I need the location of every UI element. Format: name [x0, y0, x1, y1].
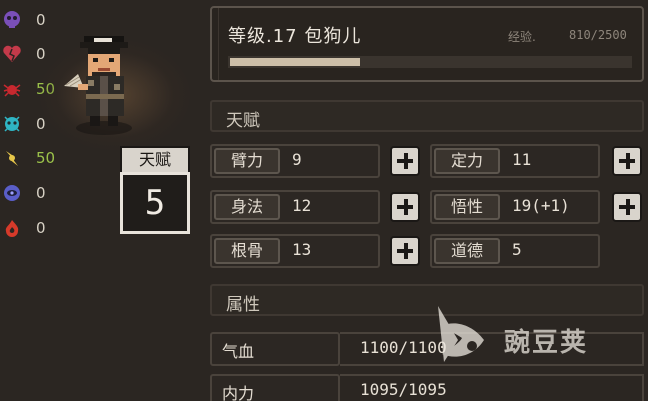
- talent-points-value: 5: [120, 172, 190, 234]
- resistance-value: 0: [36, 11, 46, 29]
- stat-insight: 悟性 19(+1): [430, 190, 600, 224]
- add-focus-button[interactable]: [612, 146, 642, 176]
- resistance-value: 0: [36, 115, 46, 133]
- add-insight-button[interactable]: [612, 192, 642, 222]
- resistance-item: 50: [0, 144, 66, 174]
- red-fire-icon: [5, 220, 19, 237]
- character-header: 等级.17 包狗儿 经验. 810/2500: [210, 6, 644, 82]
- stat-morality: 道德 5: [430, 234, 600, 268]
- stat-value: 19(+1): [512, 196, 570, 215]
- talent-section-title: 天赋: [226, 111, 260, 131]
- attr-label: 气血: [222, 342, 255, 361]
- exp-bar-fill: [230, 58, 360, 66]
- resistance-value: 0: [36, 219, 46, 237]
- stat-label: 身法: [214, 194, 280, 220]
- stat-focus: 定力 11: [430, 144, 600, 178]
- resistance-item: 0: [0, 214, 66, 244]
- add-constitution-button[interactable]: [390, 236, 420, 266]
- stat-label: 根骨: [214, 238, 280, 264]
- exp-bar: [228, 56, 632, 68]
- talent-badge-label: 天赋: [120, 146, 190, 174]
- resistance-value: 50: [36, 149, 56, 167]
- talent-section-header: 天赋: [210, 100, 644, 132]
- stat-value: 13: [292, 240, 312, 259]
- attr-mp-label-box: 内力: [210, 374, 340, 401]
- attribute-section-title: 属性: [226, 295, 260, 315]
- stat-constitution: 根骨 13: [210, 234, 380, 268]
- add-strength-button[interactable]: [390, 146, 420, 176]
- stat-label: 道德: [434, 238, 500, 264]
- watermark: 豌豆荚: [428, 300, 638, 370]
- character-portrait[interactable]: [62, 28, 142, 138]
- character-sheet: 0 0 50 0 50: [0, 0, 648, 401]
- resistance-item: 0: [0, 179, 66, 209]
- watermark-logo-icon: [438, 306, 484, 362]
- stat-agility: 身法 12: [210, 190, 380, 224]
- resistance-value: 0: [36, 45, 46, 63]
- watermark-text: 豌豆荚: [504, 328, 589, 358]
- broken-heart-icon: [3, 45, 21, 62]
- resistance-item: 0: [0, 6, 66, 36]
- character-level-name: 等级.17 包狗儿: [228, 26, 362, 47]
- stat-strength: 臂力 9: [210, 144, 380, 178]
- stat-value: 9: [292, 150, 302, 169]
- stat-value: 11: [512, 150, 532, 169]
- red-spider-icon: [3, 84, 21, 97]
- attr-label: 内力: [222, 384, 255, 401]
- yellow-lightning-icon: [6, 151, 18, 166]
- purple-skull-icon: [4, 11, 20, 28]
- stat-label: 定力: [434, 148, 500, 174]
- talent-points-badge: 天赋 5: [120, 146, 190, 234]
- exp-label: 经验.: [508, 30, 536, 44]
- attr-value: 1095/1095: [360, 380, 447, 399]
- blue-eye-icon: [4, 185, 20, 201]
- attr-hp-label-box: 气血: [210, 332, 340, 366]
- resistance-value: 0: [36, 184, 46, 202]
- exp-value: 810/2500: [569, 28, 627, 42]
- stat-label: 臂力: [214, 148, 280, 174]
- stat-value: 12: [292, 196, 312, 215]
- stat-value: 5: [512, 240, 522, 259]
- cyan-ice-icon: [4, 116, 20, 132]
- add-agility-button[interactable]: [390, 192, 420, 222]
- stat-label: 悟性: [434, 194, 500, 220]
